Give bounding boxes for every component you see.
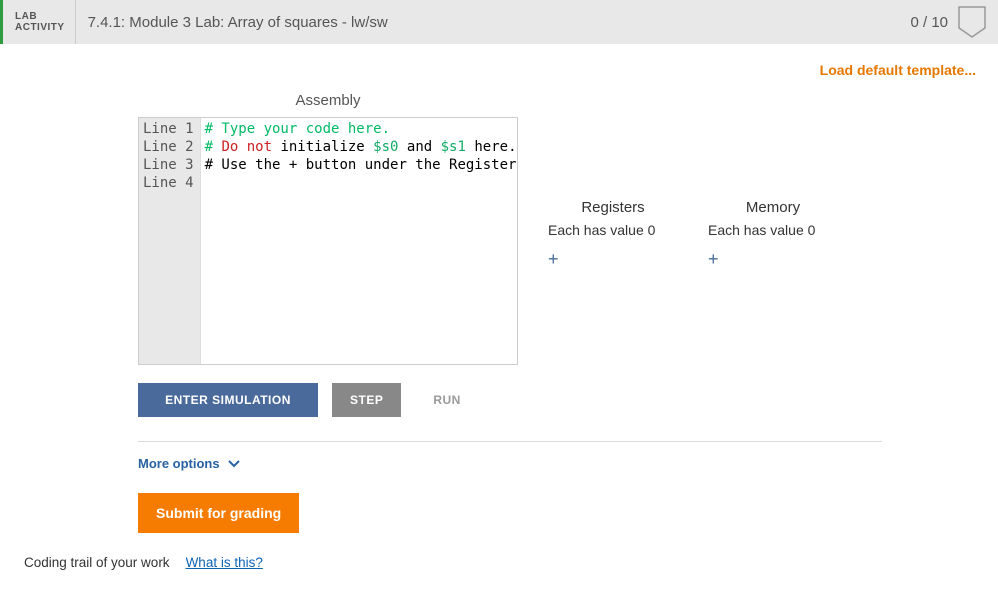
load-default-template-link[interactable]: Load default template...	[820, 62, 976, 78]
registers-title: Registers	[548, 199, 678, 216]
code-line	[205, 174, 513, 192]
lab-label-line1: LAB	[15, 11, 65, 22]
registers-panel: Registers Each has value 0 +	[548, 199, 678, 270]
assembly-editor[interactable]: Line 1 Line 2 Line 3 Line 4 # Type your …	[138, 117, 518, 365]
score-display: 0 / 10	[910, 14, 958, 31]
lab-activity-label: LAB ACTIVITY	[3, 0, 76, 44]
memory-panel: Memory Each has value 0 +	[708, 199, 838, 270]
memory-subtitle: Each has value 0	[708, 222, 838, 238]
editor-gutter: Line 1 Line 2 Line 3 Line 4	[139, 118, 201, 364]
content-area: Load default template... Assembly Line 1…	[0, 44, 998, 570]
side-panels: Registers Each has value 0 + Memory Each…	[548, 199, 838, 270]
run-button[interactable]: RUN	[415, 383, 479, 417]
simulation-buttons: ENTER SIMULATION STEP RUN	[138, 383, 976, 417]
enter-simulation-button[interactable]: ENTER SIMULATION	[138, 383, 318, 417]
lab-label-line2: ACTIVITY	[15, 22, 65, 33]
more-options-label: More options	[138, 456, 220, 471]
editor-heading: Assembly	[138, 92, 518, 109]
work-area: Line 1 Line 2 Line 3 Line 4 # Type your …	[138, 117, 976, 365]
submit-for-grading-button[interactable]: Submit for grading	[138, 493, 299, 533]
more-options-toggle[interactable]: More options	[138, 456, 976, 471]
shield-icon	[958, 6, 986, 38]
code-line: # Use the + button under the Register di	[205, 156, 513, 174]
code-line: # Do not initialize $s0 and $s1 here.	[205, 138, 513, 156]
step-button[interactable]: STEP	[332, 383, 401, 417]
editor-code[interactable]: # Type your code here.# Do not initializ…	[201, 118, 517, 364]
registers-subtitle: Each has value 0	[548, 222, 678, 238]
divider	[138, 441, 882, 442]
lab-header: LAB ACTIVITY 7.4.1: Module 3 Lab: Array …	[0, 0, 998, 44]
coding-trail-label: Coding trail of your work	[24, 555, 170, 570]
what-is-this-link[interactable]: What is this?	[186, 555, 263, 570]
coding-trail-row: Coding trail of your work What is this?	[24, 555, 976, 570]
memory-title: Memory	[708, 199, 838, 216]
add-memory-button[interactable]: +	[708, 250, 719, 268]
add-register-button[interactable]: +	[548, 250, 559, 268]
chevron-down-icon	[228, 458, 240, 470]
lab-title: 7.4.1: Module 3 Lab: Array of squares - …	[76, 14, 911, 31]
code-line: # Type your code here.	[205, 120, 513, 138]
